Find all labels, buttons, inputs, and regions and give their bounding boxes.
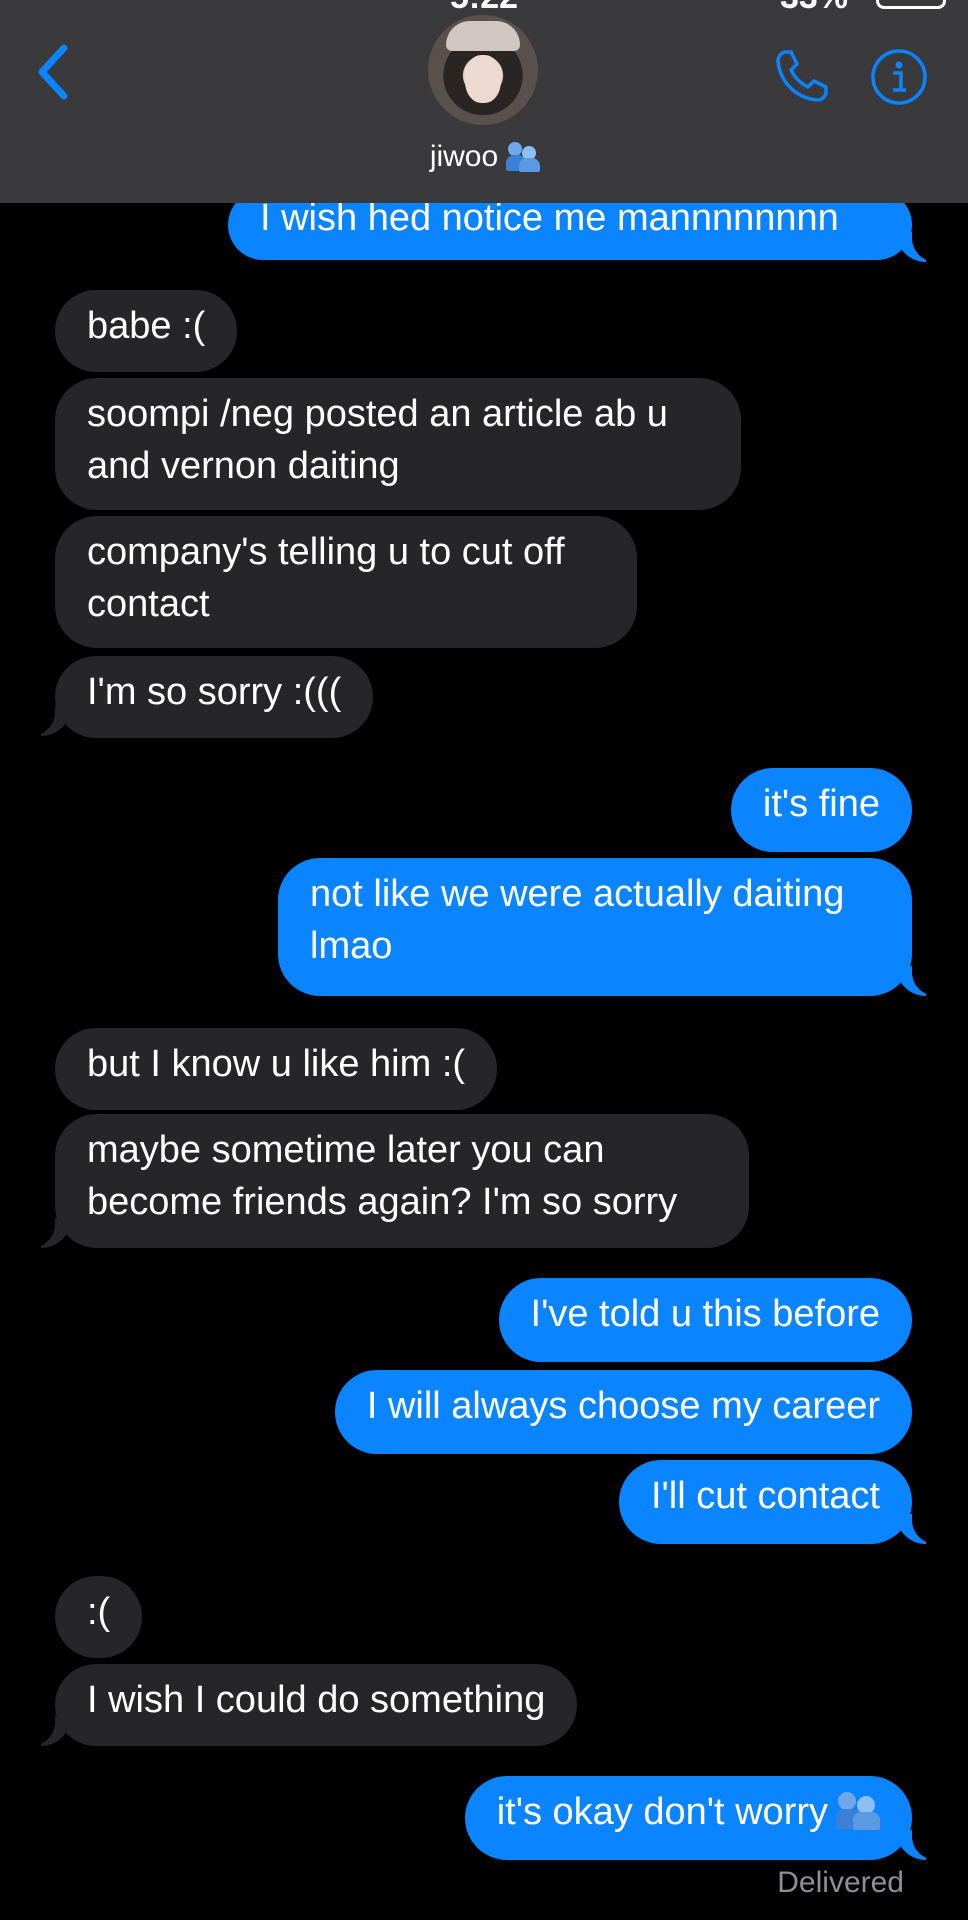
message-line: lmao: [310, 925, 393, 967]
message-bubble-incoming[interactable]: babe :(: [55, 290, 238, 372]
people-hugging-emoji-icon: [506, 140, 541, 172]
contact-name-label: jiwoo: [429, 140, 499, 173]
battery-percent: 33%: [780, 0, 848, 17]
message-bubble-incoming[interactable]: :(: [55, 1576, 143, 1658]
battery-icon: [876, 0, 946, 9]
message-line: soompi /neg posted an article ab u: [87, 393, 668, 435]
back-button[interactable]: [30, 42, 80, 102]
message-bubble-outgoing[interactable]: I've told u this before: [498, 1278, 912, 1362]
message-line: contact: [87, 583, 210, 625]
message-bubble-outgoing[interactable]: not like we were actually daiting lmao: [278, 858, 912, 996]
message-line: company's telling u to cut off: [87, 531, 565, 573]
message-line: and vernon daiting: [87, 445, 400, 487]
message-bubble-incoming[interactable]: maybe sometime later you can become frie…: [55, 1114, 749, 1248]
message-bubble-outgoing[interactable]: I'll cut contact: [618, 1460, 912, 1544]
phone-icon: [776, 50, 828, 102]
message-bubble-incoming[interactable]: but I know u like him :(: [55, 1028, 498, 1110]
message-line: not like we were actually daiting: [310, 873, 845, 915]
people-hugging-emoji-icon: [836, 1790, 880, 1830]
message-text: it's okay don't worry: [496, 1791, 828, 1833]
info-button[interactable]: [870, 48, 928, 106]
info-icon: [871, 49, 927, 105]
message-bubble-incoming[interactable]: soompi /neg posted an article ab u and v…: [55, 378, 741, 510]
message-bubble-incoming[interactable]: I wish I could do something: [55, 1664, 578, 1746]
delivery-status: Delivered: [777, 1866, 904, 1899]
message-bubble-outgoing[interactable]: it's okay don't worry: [464, 1776, 912, 1860]
call-button[interactable]: [772, 46, 832, 106]
contact-name[interactable]: jiwoo: [380, 140, 590, 174]
message-bubble-incoming[interactable]: I'm so sorry :(((: [55, 656, 374, 738]
conversation-header: 5:22 33% jiwoo: [0, 0, 968, 203]
message-line: maybe sometime later you can: [87, 1129, 605, 1171]
chevron-left-icon: [38, 44, 68, 100]
message-bubble-incoming[interactable]: company's telling u to cut off contact: [55, 516, 637, 648]
message-line: become friends again? I'm so sorry: [87, 1181, 678, 1223]
contact-avatar[interactable]: [428, 15, 538, 125]
message-bubble-outgoing[interactable]: it's fine: [730, 768, 912, 852]
message-bubble-outgoing[interactable]: I will always choose my career: [334, 1370, 912, 1454]
